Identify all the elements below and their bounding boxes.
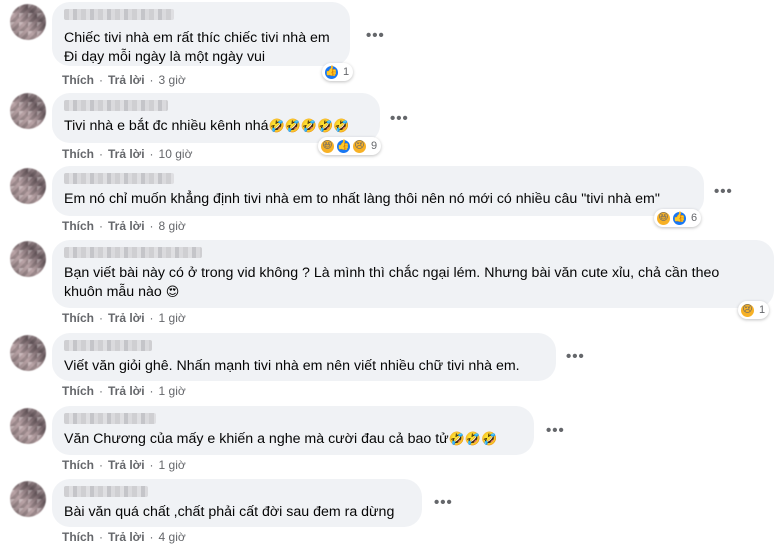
comment-text: Bạn viết bài này có ở trong vid không ? …: [64, 265, 720, 300]
comment-actions: Thích · Trả lời · 10 giờ: [62, 147, 193, 161]
reaction-summary[interactable]: 👍 1: [322, 63, 354, 81]
like-button[interactable]: Thích: [62, 458, 94, 472]
comment-bubble: Em nó chỉ muốn khẳng định tivi nhà em to…: [52, 166, 704, 216]
emoji-text: 🤣🤣🤣🤣🤣: [268, 119, 350, 134]
like-button[interactable]: Thích: [62, 384, 94, 398]
comment-time[interactable]: 1 giờ: [159, 458, 186, 472]
avatar[interactable]: [10, 481, 46, 517]
like-button[interactable]: Thích: [62, 219, 94, 233]
comment-actions: Thích · Trả lời · 1 giờ: [62, 311, 186, 325]
like-button[interactable]: Thích: [62, 147, 94, 161]
more-options-icon[interactable]: •••: [434, 494, 453, 511]
comment-text: Em nó chỉ muốn khẳng định tivi nhà em to…: [64, 191, 660, 207]
comment-time[interactable]: 8 giờ: [159, 219, 186, 233]
commenter-name[interactable]: [64, 9, 174, 20]
more-options-icon[interactable]: •••: [714, 183, 733, 200]
comment-text: Tivi nhà e bắt đc nhiều kênh nhá🤣🤣🤣🤣🤣: [64, 118, 350, 134]
comment-text: Viết văn giỏi ghê. Nhấn mạnh tivi nhà em…: [64, 358, 520, 374]
avatar[interactable]: [10, 408, 46, 444]
reaction-count: 1: [343, 66, 350, 78]
avatar[interactable]: [10, 241, 46, 277]
like-button[interactable]: Thích: [62, 311, 94, 325]
more-options-icon[interactable]: •••: [546, 422, 565, 439]
haha-icon: 😆: [656, 210, 671, 226]
comment-actions: Thích · Trả lời · 8 giờ: [62, 219, 186, 233]
like-button[interactable]: Thích: [62, 530, 94, 544]
comment-bubble: Bài văn quá chất ,chất phải cất đời sau …: [52, 479, 422, 527]
comment-bubble: Tivi nhà e bắt đc nhiều kênh nhá🤣🤣🤣🤣🤣: [52, 93, 380, 143]
reaction-summary[interactable]: 😆 👍 😢 9: [318, 137, 382, 155]
reply-button[interactable]: Trả lời: [108, 147, 145, 161]
reaction-count: 6: [691, 212, 698, 224]
commenter-name[interactable]: [64, 100, 168, 111]
comment-time[interactable]: 1 giờ: [159, 384, 186, 398]
reply-button[interactable]: Trả lời: [108, 530, 145, 544]
commenter-name[interactable]: [64, 247, 202, 258]
comment-time[interactable]: 4 giờ: [159, 530, 186, 544]
like-icon: 👍: [672, 210, 687, 226]
reply-button[interactable]: Trả lời: [108, 311, 145, 325]
avatar[interactable]: [10, 93, 46, 129]
commenter-name[interactable]: [64, 486, 148, 497]
comment-time[interactable]: 10 giờ: [159, 147, 193, 161]
comment-bubble: Văn Chương của mấy e khiến a nghe mà cườ…: [52, 406, 534, 455]
more-options-icon[interactable]: •••: [390, 110, 409, 127]
reaction-summary[interactable]: 😢 1: [738, 301, 770, 319]
more-options-icon[interactable]: •••: [366, 27, 385, 44]
reply-button[interactable]: Trả lời: [108, 219, 145, 233]
avatar[interactable]: [10, 168, 46, 204]
comment-time[interactable]: 3 giờ: [159, 73, 186, 87]
comment-text: Bài văn quá chất ,chất phải cất đời sau …: [64, 504, 395, 520]
reply-button[interactable]: Trả lời: [108, 73, 145, 87]
sad-icon: 😢: [740, 302, 755, 318]
commenter-name[interactable]: [64, 173, 174, 184]
like-button[interactable]: Thích: [62, 73, 94, 87]
comment-bubble: Bạn viết bài này có ở trong vid không ? …: [52, 240, 774, 308]
emoji-text: 🤣🤣🤣: [448, 432, 498, 447]
comment-time[interactable]: 1 giờ: [159, 311, 186, 325]
sad-icon: 😢: [352, 138, 367, 154]
commenter-name[interactable]: [64, 340, 152, 351]
commenter-name[interactable]: [64, 413, 156, 424]
like-icon: 👍: [336, 138, 351, 154]
like-icon: 👍: [324, 64, 339, 80]
emoji-text: 😍: [165, 285, 180, 300]
comment-bubble: Chiếc tivi nhà em rất thíc chiếc tivi nh…: [52, 2, 350, 66]
avatar[interactable]: [10, 335, 46, 371]
comment-bubble: Viết văn giỏi ghê. Nhấn mạnh tivi nhà em…: [52, 333, 556, 381]
comment-text: Văn Chương của mấy e khiến a nghe mà cườ…: [64, 431, 498, 447]
reply-button[interactable]: Trả lời: [108, 384, 145, 398]
haha-icon: 😆: [320, 138, 335, 154]
comment-actions: Thích · Trả lời · 3 giờ: [62, 73, 186, 87]
comment-actions: Thích · Trả lời · 1 giờ: [62, 384, 186, 398]
reaction-count: 9: [371, 140, 378, 152]
comment-actions: Thích · Trả lời · 1 giờ: [62, 458, 186, 472]
reaction-summary[interactable]: 😆 👍 6: [654, 209, 702, 227]
more-options-icon[interactable]: •••: [566, 348, 585, 365]
reply-button[interactable]: Trả lời: [108, 458, 145, 472]
comment-actions: Thích · Trả lời · 4 giờ: [62, 530, 186, 544]
avatar[interactable]: [10, 4, 46, 40]
reaction-count: 1: [759, 304, 766, 316]
comment-text: Chiếc tivi nhà em rất thíc chiếc tivi nh…: [64, 30, 330, 65]
